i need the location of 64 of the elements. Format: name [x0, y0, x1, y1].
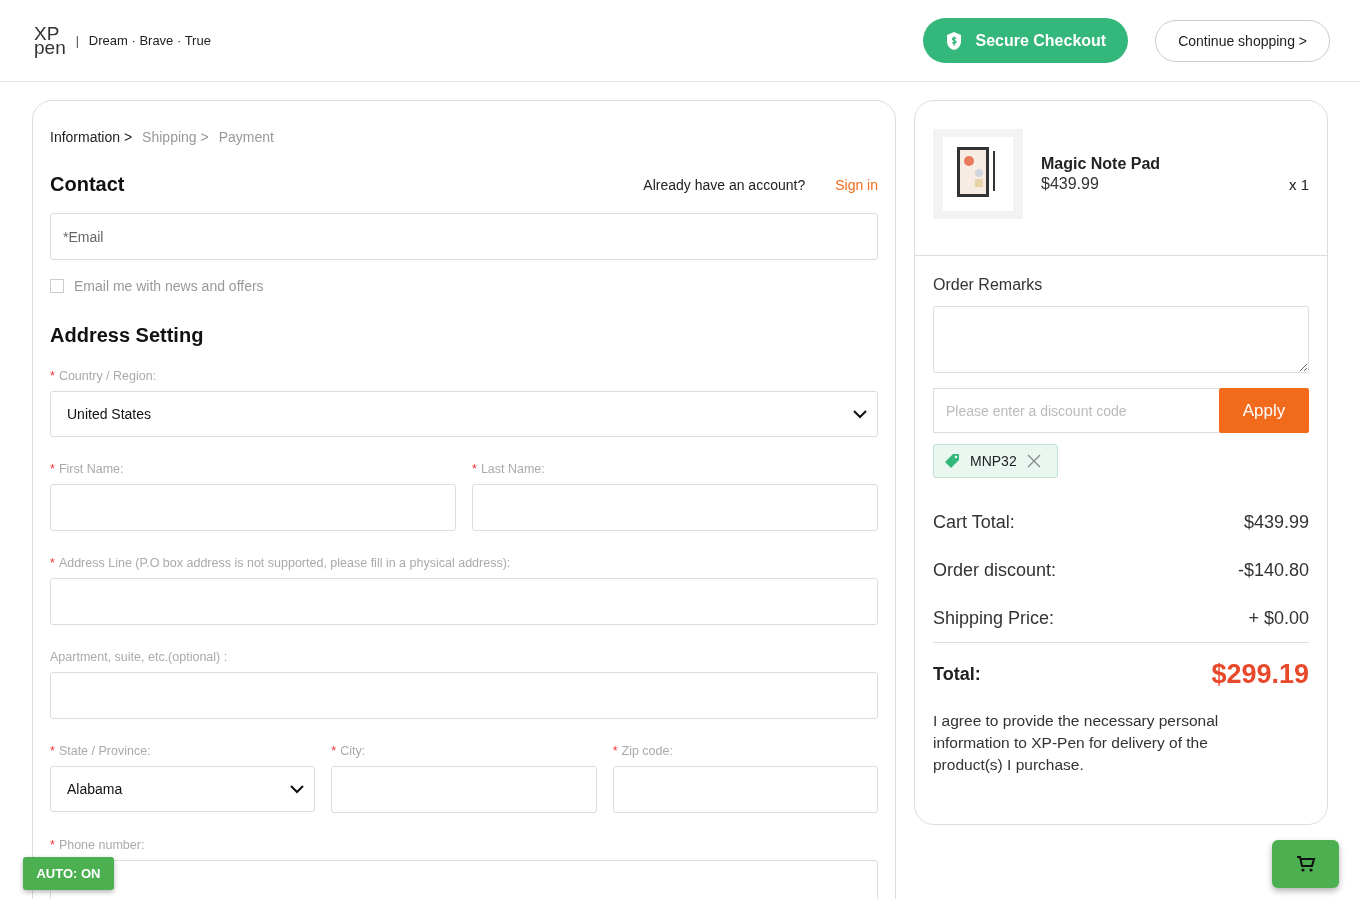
- required-mark: *: [612, 744, 618, 758]
- email-field[interactable]: *Email: [50, 213, 878, 260]
- summary-value: -$140.80: [1237, 559, 1309, 581]
- auto-badge[interactable]: AUTO: ON: [23, 857, 114, 890]
- total-label: Total:: [933, 664, 981, 685]
- product-price: $439.99: [1041, 175, 1100, 193]
- remarks-field[interactable]: [933, 306, 1309, 373]
- required-mark: *: [50, 744, 55, 758]
- remarks-label: Order Remarks: [933, 276, 1044, 294]
- select-field[interactable]: Alabama: [50, 766, 316, 812]
- agreement-text: I agree to provide the necessary personal information to XP-Pen for delivery of the product(s) I purchase.: [933, 711, 1220, 775]
- apply-button[interactable]: Apply: [1219, 388, 1309, 433]
- summary-label: Order discount:: [933, 559, 1057, 581]
- breadcrumb-link[interactable]: Shipping >: [142, 129, 209, 145]
- summary-value: $439.99: [1243, 511, 1309, 533]
- input-field[interactable]: [612, 766, 878, 813]
- tag-icon: [944, 453, 960, 469]
- input-field[interactable]: [50, 578, 878, 625]
- chevron-down-icon: [853, 409, 867, 419]
- tagline: Dream · Brave · True: [88, 33, 211, 48]
- field-label: Country / Region:: [58, 369, 157, 383]
- shield-icon: [945, 30, 964, 51]
- product-name: Magic Note Pad: [1041, 155, 1162, 173]
- total-value: $299.19: [1211, 659, 1309, 690]
- field-label: State / Province:: [58, 744, 151, 758]
- summary-value: + $0.00: [1248, 607, 1309, 629]
- field-label: Address Line (P.O box address is not supported, please fill in a physical address):: [58, 556, 511, 570]
- field-label: Last Name:: [480, 462, 545, 476]
- product-quantity: x 1: [1289, 175, 1309, 193]
- field-label: Apartment, suite, etc.(optional) :: [50, 650, 228, 664]
- close-icon[interactable]: [1026, 454, 1041, 468]
- checkbox[interactable]: [50, 279, 64, 293]
- required-mark: *: [50, 369, 55, 383]
- required-mark: *: [472, 462, 477, 476]
- required-mark: *: [331, 744, 337, 758]
- cart-icon: [1295, 855, 1316, 873]
- section-title: Address Setting: [50, 324, 204, 347]
- section-title: Contact: [50, 173, 125, 196]
- input-field[interactable]: [472, 484, 878, 531]
- checkbox-label: Email me with news and offers: [74, 278, 264, 294]
- divider-mark: |: [75, 33, 79, 48]
- cart-button[interactable]: [1272, 840, 1339, 888]
- discount-field[interactable]: Please enter a discount code: [933, 388, 1219, 433]
- sign-in-link[interactable]: Sign in: [835, 176, 878, 193]
- required-mark: *: [50, 462, 55, 476]
- field-label: First Name:: [58, 462, 124, 476]
- required-mark: *: [50, 838, 55, 852]
- summary-label: Shipping Price:: [933, 607, 1055, 629]
- field-label: City:: [340, 744, 366, 758]
- breadcrumb-link[interactable]: Payment: [218, 129, 274, 145]
- field-label: Phone number:: [58, 838, 145, 852]
- coupon-tag: MNP32: [933, 444, 1058, 478]
- breadcrumb-link[interactable]: Information >: [50, 129, 133, 145]
- required-mark: *: [50, 556, 55, 570]
- account-prompt: Already have an account?: [643, 176, 806, 193]
- input-field[interactable]: [331, 766, 597, 813]
- input-field[interactable]: [50, 484, 456, 531]
- select-field[interactable]: United States: [50, 391, 878, 437]
- secure-checkout-button[interactable]: Secure Checkout: [923, 18, 1129, 63]
- field-label: Zip code:: [621, 744, 673, 758]
- continue-shopping-button[interactable]: Continue shopping >: [1155, 19, 1330, 62]
- summary-label: Cart Total:: [933, 511, 1015, 533]
- chevron-down-icon: [290, 784, 305, 794]
- input-field[interactable]: [50, 672, 878, 719]
